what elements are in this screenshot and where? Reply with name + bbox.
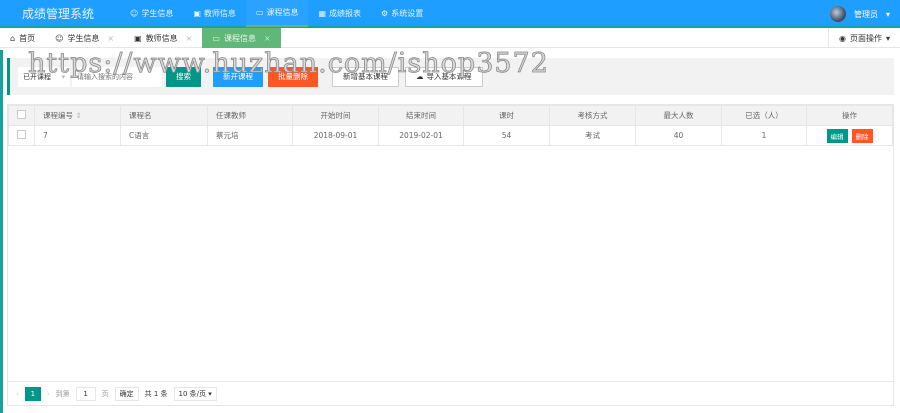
tab-student-info[interactable]: ☺ 学生信息 × bbox=[45, 28, 124, 48]
prev-page-icon[interactable]: ‹ bbox=[16, 390, 19, 398]
page-tabs: ⌂ 首页 ☺ 学生信息 × ▣ 教师信息 × ▭ 课程信息 × ◉ 页面操作 ▾ bbox=[0, 28, 900, 48]
gear-icon: ⚙ bbox=[381, 8, 389, 18]
cell-name: C语言 bbox=[120, 125, 208, 146]
column-header: 课时 bbox=[463, 105, 550, 126]
table-icon: ▦ bbox=[318, 8, 327, 18]
batch-delete-button[interactable]: 批量删除 bbox=[268, 66, 318, 87]
column-header: 任课教师 bbox=[207, 105, 293, 126]
cell-end: 2019-02-01 bbox=[378, 125, 464, 146]
column-header: 已选（人） bbox=[721, 105, 807, 126]
table-row: 7 C语言 蔡元培 2018-09-01 2019-02-01 54 考试 40… bbox=[8, 125, 893, 146]
goto-label: 到第 bbox=[55, 389, 70, 398]
home-icon: ⌂ bbox=[10, 33, 16, 43]
course-table: 课程编号 ⇕ 课程名 任课教师 开始时间 结束时间 课时 考核方式 最大人数 已… bbox=[7, 104, 894, 406]
total-count: 共 1 条 bbox=[144, 389, 168, 398]
edit-button[interactable]: 编辑 bbox=[826, 128, 848, 143]
column-header: 课程名 bbox=[120, 105, 208, 126]
close-icon[interactable]: × bbox=[264, 34, 271, 43]
tab-home[interactable]: ⌂ 首页 bbox=[0, 28, 45, 48]
cell-selected: 1 bbox=[721, 125, 807, 146]
tab-teacher-info[interactable]: ▣ 教师信息 × bbox=[124, 28, 202, 48]
app-title: 成绩管理系统 bbox=[22, 6, 95, 21]
select-all-checkbox[interactable] bbox=[17, 110, 26, 119]
caret-down-icon: ▾ bbox=[208, 389, 212, 398]
add-basic-course-button[interactable]: 新增基本课程 bbox=[332, 66, 399, 87]
column-header: 操作 bbox=[806, 105, 893, 126]
cell-hours: 54 bbox=[463, 125, 550, 146]
users-icon: ☺ bbox=[130, 8, 139, 18]
column-header: 最大人数 bbox=[635, 105, 722, 126]
close-icon[interactable]: × bbox=[107, 34, 114, 43]
user-menu[interactable]: 管理员 ▾ bbox=[829, 0, 890, 28]
cell-start: 2018-09-01 bbox=[292, 125, 379, 146]
import-basic-course-button[interactable]: ☁ 导入基本课程 bbox=[405, 66, 483, 87]
page-operations-button[interactable]: ◉ 页面操作 ▾ bbox=[828, 28, 900, 48]
toolbar: 已开课程▾ 搜索 新开课程 批量删除 新增基本课程 ☁导入基本课程 bbox=[7, 58, 894, 95]
pagination: ‹ 1 › 到第 1 页 确定 共 1 条 10 条/页 ▾ bbox=[8, 381, 893, 405]
id-card-icon: ▣ bbox=[193, 8, 201, 18]
sort-icon: ⇕ bbox=[75, 111, 82, 120]
column-header: 开始时间 bbox=[292, 105, 379, 126]
open-course-button[interactable]: 新开课程 bbox=[213, 66, 263, 87]
cell-id: 7 bbox=[34, 125, 121, 146]
page-input[interactable]: 1 bbox=[75, 386, 96, 401]
per-page-select[interactable]: 10 条/页 ▾ bbox=[173, 386, 217, 401]
cell-exam: 考试 bbox=[549, 125, 636, 146]
nav-teacher-info[interactable]: ▣ 教师信息 bbox=[183, 0, 246, 27]
tab-course-info[interactable]: ▭ 课程信息 × bbox=[202, 28, 281, 48]
cell-teacher: 蔡元培 bbox=[207, 125, 293, 146]
cell-actions: 编辑 删除 bbox=[806, 125, 893, 146]
table-header-row: 课程编号 ⇕ 课程名 任课教师 开始时间 结束时间 课时 考核方式 最大人数 已… bbox=[8, 105, 893, 126]
book-icon: ▭ bbox=[212, 33, 220, 43]
left-accent-bar bbox=[0, 50, 3, 413]
book-icon: ▭ bbox=[255, 7, 264, 17]
caret-down-icon: ▾ bbox=[885, 33, 890, 43]
column-header: 考核方式 bbox=[549, 105, 636, 126]
users-icon: ☺ bbox=[55, 33, 64, 43]
nav-system-settings[interactable]: ⚙ 系统设置 bbox=[371, 0, 433, 27]
confirm-page-button[interactable]: 确定 bbox=[114, 386, 139, 401]
next-page-icon[interactable]: › bbox=[47, 390, 50, 398]
target-icon: ◉ bbox=[839, 33, 846, 43]
caret-down-icon: ▾ bbox=[61, 72, 65, 81]
page-unit-label: 页 bbox=[101, 389, 109, 398]
column-header: 结束时间 bbox=[378, 105, 464, 126]
page-1-button[interactable]: 1 bbox=[24, 386, 41, 401]
column-header[interactable]: 课程编号 ⇕ bbox=[34, 105, 121, 126]
nav-course-info[interactable]: ▭ 课程信息 bbox=[245, 0, 309, 27]
row-checkbox[interactable] bbox=[17, 130, 26, 139]
close-icon[interactable]: × bbox=[186, 34, 193, 43]
search-button[interactable]: 搜索 bbox=[166, 66, 201, 87]
course-type-select[interactable]: 已开课程 ▾ bbox=[18, 66, 70, 87]
top-nav: ☺ 学生信息 ▣ 教师信息 ▭ 课程信息 ▦ 成绩报表 ⚙ 系统设置 bbox=[120, 0, 433, 27]
top-header: 成绩管理系统 ☺ 学生信息 ▣ 教师信息 ▭ 课程信息 ▦ 成绩报表 ⚙ 系统设置 管理员… bbox=[0, 0, 900, 28]
upload-icon: ☁ bbox=[416, 72, 424, 81]
id-card-icon: ▣ bbox=[134, 33, 142, 43]
delete-button[interactable]: 删除 bbox=[851, 128, 873, 143]
search-input[interactable] bbox=[72, 66, 162, 87]
avatar bbox=[829, 6, 846, 22]
cell-max: 40 bbox=[635, 125, 722, 146]
caret-down-icon: ▾ bbox=[885, 9, 890, 19]
nav-grade-report[interactable]: ▦ 成绩报表 bbox=[308, 0, 371, 27]
nav-student-info[interactable]: ☺ 学生信息 bbox=[120, 0, 183, 27]
